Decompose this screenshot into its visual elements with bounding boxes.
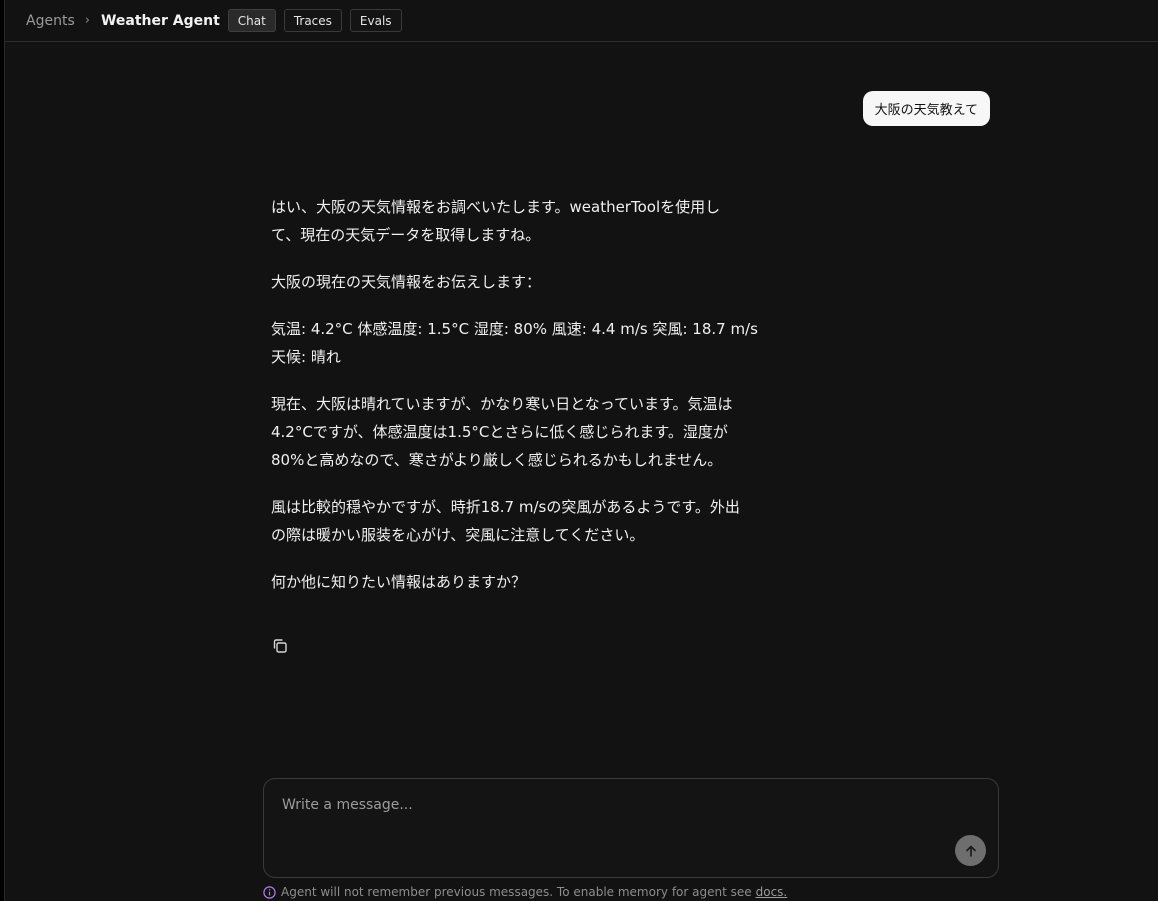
assistant-line: 風は比較的穏やかですが、時折18.7 m/sの突風があるようです。外出 (271, 498, 740, 516)
assistant-line: 天候: 晴れ (271, 348, 341, 366)
docs-link[interactable]: docs. (756, 885, 788, 899)
breadcrumb-agents[interactable]: Agents (26, 13, 75, 29)
tab-evals[interactable]: Evals (349, 9, 402, 32)
app-frame: Agents › Weather Agent Chat Traces Evals… (4, 0, 1158, 901)
info-icon (263, 885, 276, 899)
assistant-paragraph: 現在、大阪は晴れていますが、かなり寒い日となっています。気温は 4.2°Cですが… (271, 390, 771, 474)
breadcrumb-current: Weather Agent (100, 12, 220, 29)
tab-chat[interactable]: Chat (227, 9, 276, 32)
top-bar: Agents › Weather Agent Chat Traces Evals (5, 0, 1158, 42)
tab-traces[interactable]: Traces (283, 9, 342, 32)
assistant-line: て、現在の天気データを取得しますね。 (271, 226, 541, 244)
message-input[interactable] (264, 779, 998, 877)
user-message: 大阪の天気教えて (862, 91, 990, 126)
assistant-line: 80%と高めなので、寒さがより厳しく感じられるかもしれません。 (271, 451, 723, 469)
notice-text: Agent will not remember previous message… (281, 885, 752, 899)
assistant-paragraph: 風は比較的穏やかですが、時折18.7 m/sの突風があるようです。外出 の際は暖… (271, 493, 771, 549)
assistant-message: はい、大阪の天気情報をお調べいたします。weatherToolを使用し て、現在… (271, 193, 771, 615)
assistant-paragraph: 何か他に知りたい情報はありますか？ (271, 573, 527, 591)
copy-icon[interactable] (271, 637, 289, 655)
arrow-up-icon (965, 845, 976, 857)
assistant-paragraph: 大阪の現在の天気情報をお伝えします： (271, 273, 542, 291)
assistant-paragraph: はい、大阪の天気情報をお調べいたします。weatherToolを使用し て、現在… (271, 193, 771, 249)
assistant-line: の際は暖かい服装を心がけ、突風に注意してください。 (271, 526, 645, 544)
assistant-line: はい、大阪の天気情報をお調べいたします。weatherToolを使用し (271, 198, 721, 216)
message-composer (263, 778, 999, 878)
send-button[interactable] (955, 835, 986, 866)
memory-notice: Agent will not remember previous message… (263, 885, 787, 899)
assistant-paragraph: 気温: 4.2°C 体感温度: 1.5°C 湿度: 80% 風速: 4.4 m/… (271, 315, 771, 371)
breadcrumb-separator: › (84, 13, 90, 28)
assistant-line: 4.2°Cですが、体感温度は1.5°Cとさらに低く感じられます。湿度が (271, 423, 728, 441)
assistant-line: 現在、大阪は晴れていますが、かなり寒い日となっています。気温は (271, 395, 733, 413)
assistant-line: 気温: 4.2°C 体感温度: 1.5°C 湿度: 80% 風速: 4.4 m/… (271, 320, 758, 338)
